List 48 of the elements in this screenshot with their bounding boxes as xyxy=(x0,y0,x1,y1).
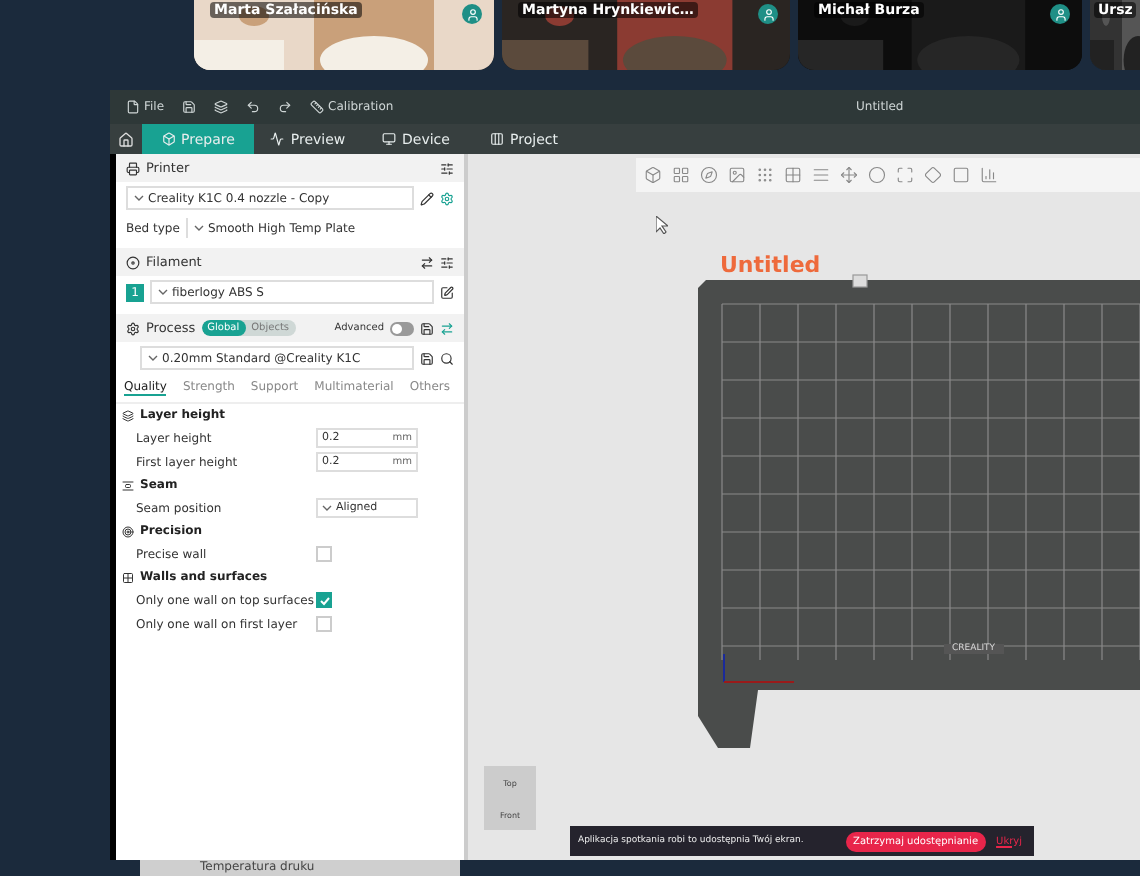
monitor-icon xyxy=(382,132,397,146)
checkbox[interactable] xyxy=(316,616,332,632)
redo-icon[interactable] xyxy=(278,100,293,114)
move-icon[interactable] xyxy=(840,166,858,184)
sync-icon[interactable] xyxy=(420,255,434,269)
group-icon xyxy=(122,525,134,537)
chevron-down-icon xyxy=(134,194,144,202)
group-icon xyxy=(122,571,134,583)
save-icon[interactable] xyxy=(420,321,434,335)
chevron-down-icon xyxy=(193,224,204,232)
gear-icon xyxy=(126,321,140,335)
settings-icon[interactable] xyxy=(440,161,454,175)
compare-icon[interactable] xyxy=(440,321,454,335)
bar-chart-icon[interactable] xyxy=(980,166,998,184)
compass-icon[interactable] xyxy=(700,166,718,184)
square-icon[interactable] xyxy=(952,166,970,184)
diamond-icon[interactable] xyxy=(924,166,942,184)
plate-name: Untitled xyxy=(720,252,821,278)
chevron-down-icon xyxy=(322,504,332,512)
cube-icon xyxy=(161,132,176,146)
group-icon xyxy=(122,479,134,491)
axes-drawing xyxy=(722,654,796,686)
circle-icon[interactable] xyxy=(868,166,886,184)
layers-icon[interactable] xyxy=(214,100,229,114)
undo-icon[interactable] xyxy=(246,100,261,114)
wave-icon xyxy=(270,132,285,146)
ruler-icon xyxy=(310,100,325,114)
group-icon xyxy=(122,409,134,421)
columns-icon xyxy=(490,132,505,146)
chevron-down-icon xyxy=(148,354,158,362)
lines-icon[interactable] xyxy=(812,166,830,184)
spool-icon xyxy=(126,255,140,269)
grid-icon[interactable] xyxy=(784,166,802,184)
file-icon xyxy=(126,100,140,114)
dots-icon[interactable] xyxy=(756,166,774,184)
checkbox[interactable] xyxy=(316,592,332,608)
save-icon[interactable] xyxy=(420,351,434,365)
cube-icon[interactable] xyxy=(644,166,662,184)
cursor-icon xyxy=(656,216,668,234)
advanced-switch[interactable] xyxy=(390,321,414,335)
search-icon[interactable] xyxy=(440,351,454,365)
checkbox[interactable] xyxy=(316,546,332,562)
printer-icon xyxy=(126,161,140,175)
scale-icon[interactable] xyxy=(896,166,914,184)
chevron-down-icon xyxy=(158,288,168,296)
grid-icon[interactable] xyxy=(672,166,690,184)
image-icon[interactable] xyxy=(728,166,746,184)
settings-icon[interactable] xyxy=(440,255,454,269)
